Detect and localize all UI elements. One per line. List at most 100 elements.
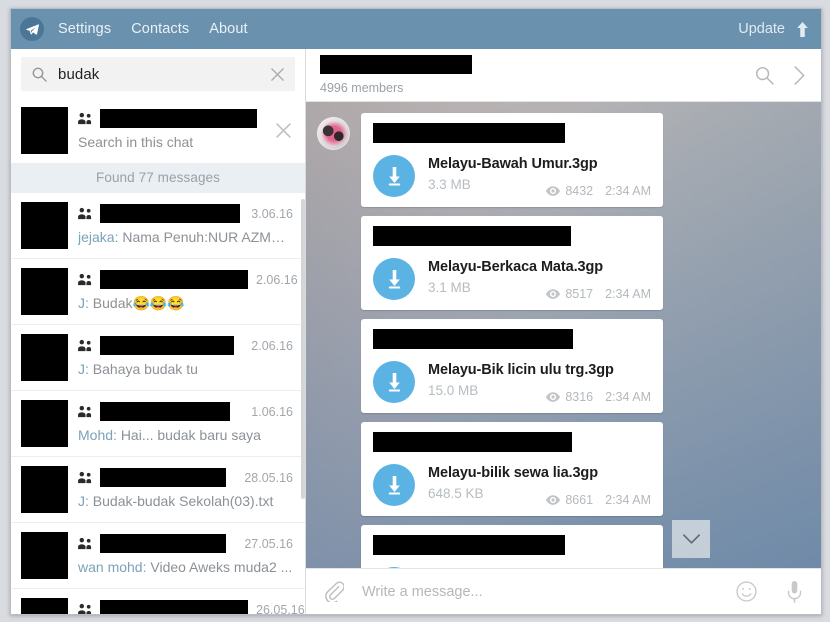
list-item[interactable]: 2.06.16 J: Bahaya budak tu [11, 324, 305, 390]
menu-contacts[interactable]: Contacts [131, 21, 189, 37]
result-preview: J: Budak😂😂😂 [78, 295, 293, 312]
avatar [21, 202, 68, 249]
result-date: 2.06.16 [251, 338, 293, 353]
file-attachment[interactable] [373, 567, 651, 568]
download-icon[interactable] [373, 155, 415, 197]
result-date: 1.06.16 [251, 404, 293, 419]
list-item[interactable]: 1.06.16 Mohd: Hai... budak baru saya [11, 390, 305, 456]
message-row: Melayu-Berkaca Mata.3gp 3.1 MB 8517 2:34… [306, 216, 821, 319]
result-sender: J: [78, 493, 89, 509]
download-icon[interactable] [373, 464, 415, 506]
result-info: 26.05.16 [78, 598, 305, 614]
message-area[interactable]: Melayu-Bawah Umur.3gp 3.3 MB 8432 2:34 A… [306, 102, 821, 568]
found-messages-bar: Found 77 messages [11, 163, 305, 193]
arrow-up-icon[interactable] [796, 21, 809, 37]
view-count: 8661 [565, 493, 594, 507]
group-icon [78, 339, 94, 352]
chat-name-redacted [100, 534, 226, 553]
result-text: Video Aweks muda2 ... [150, 559, 293, 575]
result-top: 27.05.16 [78, 534, 293, 553]
scroll-to-bottom-button[interactable] [672, 520, 710, 558]
result-preview: J: Budak-budak Sekolah(03).txt [78, 493, 293, 509]
message-bubble[interactable]: Melayu-Bawah Umur.3gp 3.3 MB 8432 2:34 A… [361, 113, 663, 207]
result-sender: J: [78, 295, 89, 311]
chat-name-redacted [100, 204, 240, 223]
list-item[interactable]: 3.06.16 jejaka: Nama Penuh:NUR AZMAW... [11, 193, 305, 258]
chat-pane: 4996 members Melayu-Bawah Umur.3gp 3.3 M… [306, 49, 821, 614]
active-chat-row[interactable]: Search in this chat [11, 98, 305, 163]
result-info: 2.06.16 J: Budak😂😂😂 [78, 268, 298, 312]
search-results-list: 3.06.16 jejaka: Nama Penuh:NUR AZMAW... [11, 193, 305, 614]
result-info: 27.05.16 wan mohd: Video Aweks muda2 ... [78, 532, 293, 575]
chat-title-block[interactable]: 4996 members [320, 55, 737, 95]
update-label[interactable]: Update [738, 21, 785, 37]
sender-name-redacted [373, 329, 573, 349]
list-item[interactable]: 27.05.16 wan mohd: Video Aweks muda2 ... [11, 522, 305, 588]
close-icon[interactable] [270, 67, 286, 82]
eye-icon [546, 289, 561, 299]
title-bar: Settings Contacts About Update [11, 9, 821, 49]
result-date: 27.05.16 [244, 536, 293, 551]
message-composer: Write a message... [306, 568, 821, 614]
file-info [428, 567, 651, 568]
download-icon[interactable] [373, 567, 415, 568]
group-icon [78, 471, 94, 484]
list-item[interactable]: 28.05.16 J: Budak-budak Sekolah(03).txt [11, 456, 305, 522]
chat-name-redacted [100, 336, 234, 355]
message-bubble[interactable]: Melayu-Bik licin ulu trg.3gp 15.0 MB 831… [361, 319, 663, 413]
avatar [21, 400, 68, 447]
result-text: Budak-budak Sekolah(03).txt [92, 493, 274, 509]
avatar[interactable] [317, 117, 350, 150]
sidebar: budak Search in this chat Found 77 messa… [11, 49, 306, 614]
message-row [306, 525, 821, 568]
file-name: Melayu-Berkaca Mata.3gp [428, 259, 603, 275]
result-sender: wan mohd: [78, 559, 147, 575]
message-time: 2:34 AM [605, 184, 651, 198]
download-icon[interactable] [373, 361, 415, 403]
eye-icon [546, 186, 561, 196]
avatar [21, 107, 68, 154]
avatar [21, 532, 68, 579]
chevron-down-icon [682, 534, 700, 544]
list-item[interactable]: 2.06.16 J: Budak😂😂😂 [11, 258, 305, 324]
sender-name-redacted [373, 123, 565, 143]
microphone-icon[interactable] [787, 580, 802, 603]
result-info: 3.06.16 jejaka: Nama Penuh:NUR AZMAW... [78, 202, 293, 245]
message-bubble[interactable]: Melayu-Berkaca Mata.3gp 3.1 MB 8517 2:34… [361, 216, 663, 310]
message-bubble[interactable]: Melayu-bilik sewa lia.3gp 648.5 KB 8661 … [361, 422, 663, 516]
message-bubble[interactable] [361, 525, 663, 568]
sender-name-redacted [373, 432, 572, 452]
search-area: budak [11, 49, 305, 98]
menu-about[interactable]: About [209, 21, 247, 37]
result-sender: J: [78, 361, 89, 377]
close-icon[interactable] [275, 122, 293, 139]
sidebar-scrollbar[interactable] [301, 199, 305, 499]
menu-settings[interactable]: Settings [58, 21, 111, 37]
eye-icon [546, 392, 561, 402]
window-body: budak Search in this chat Found 77 messa… [11, 49, 821, 614]
group-icon [78, 405, 94, 418]
chevron-right-icon[interactable] [792, 65, 807, 86]
message-input[interactable]: Write a message... [362, 584, 706, 600]
result-top: 3.06.16 [78, 204, 293, 223]
view-count: 8316 [565, 390, 594, 404]
search-icon[interactable] [755, 66, 774, 85]
paperclip-icon[interactable] [324, 581, 344, 602]
result-top: 26.05.16 [78, 600, 305, 614]
group-icon [78, 207, 94, 220]
message-row: Melayu-Bawah Umur.3gp 3.3 MB 8432 2:34 A… [306, 113, 821, 216]
message-time: 2:34 AM [605, 390, 651, 404]
smiley-icon[interactable] [736, 581, 757, 602]
message-time: 2:34 AM [605, 493, 651, 507]
list-item[interactable]: 26.05.16 [11, 588, 305, 614]
download-icon[interactable] [373, 258, 415, 300]
message-row: Melayu-Bik licin ulu trg.3gp 15.0 MB 831… [306, 319, 821, 422]
result-preview: jejaka: Nama Penuh:NUR AZMAW... [78, 229, 293, 245]
group-icon [78, 273, 94, 286]
file-name: Melayu-Bik licin ulu trg.3gp [428, 362, 614, 378]
search-input[interactable]: budak [58, 66, 270, 83]
chat-title-redacted [320, 55, 472, 74]
active-chat-top [78, 109, 269, 128]
search-box[interactable]: budak [21, 57, 295, 91]
result-preview: J: Bahaya budak tu [78, 361, 293, 377]
